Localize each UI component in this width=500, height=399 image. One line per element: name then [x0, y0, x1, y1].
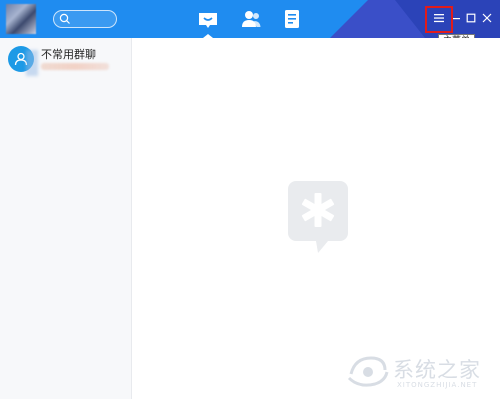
- dingtalk-logo-icon: [288, 181, 348, 253]
- watermark-url: XITONGZHIJIA.NET: [397, 381, 478, 389]
- close-button[interactable]: [479, 10, 495, 26]
- tab-workspace[interactable]: [281, 8, 303, 30]
- conversation-item[interactable]: 不常用群聊: [0, 42, 132, 78]
- conversation-title: 不常用群聊: [41, 48, 96, 61]
- contacts-icon: [242, 11, 261, 27]
- chat-bubble-icon: [199, 13, 217, 28]
- close-icon: [482, 13, 492, 23]
- main-content: [133, 38, 500, 399]
- conversation-preview-blurred: [41, 63, 109, 70]
- titlebar-decoration: [330, 0, 368, 38]
- watermark-logo-icon: [347, 356, 389, 387]
- document-icon: [285, 10, 299, 28]
- search-box[interactable]: [53, 10, 117, 28]
- conversation-sidebar: 不常用群聊: [0, 38, 132, 399]
- tab-messages[interactable]: [197, 8, 219, 30]
- menu-highlight-box: [425, 6, 453, 33]
- title-bar: [0, 0, 500, 38]
- user-avatar[interactable]: [6, 4, 36, 34]
- watermark: 系统之家 XITONGZHIJIA.NET: [345, 350, 495, 396]
- watermark-text: 系统之家: [393, 358, 481, 382]
- maximize-icon: [466, 13, 476, 23]
- tab-contacts[interactable]: [240, 8, 262, 30]
- maximize-button[interactable]: [463, 10, 479, 26]
- blurred-region: [26, 50, 38, 76]
- search-icon: [59, 13, 70, 24]
- titlebar-decoration: [395, 0, 425, 38]
- app-window: 主菜单 不常用群聊: [0, 0, 500, 399]
